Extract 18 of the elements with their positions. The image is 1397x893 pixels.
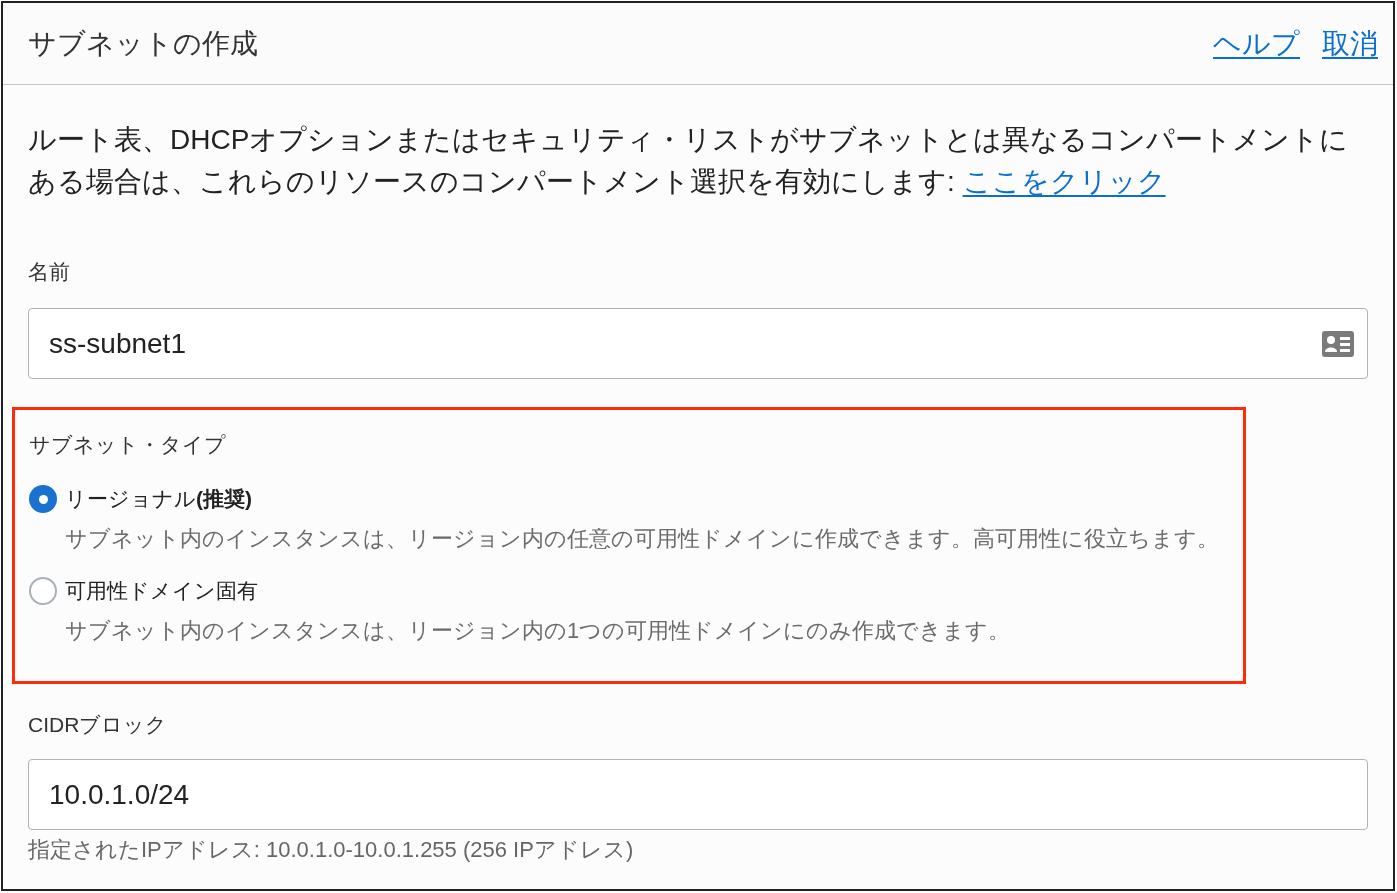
dialog-title: サブネットの作成 xyxy=(28,26,258,61)
option-description: サブネット内のインスタンスは、リージョン内の1つの可用性ドメインにのみ作成できます。 xyxy=(65,617,1011,645)
name-input-field[interactable]: ss-subnet1 xyxy=(28,308,1368,379)
contact-card-icon xyxy=(1322,331,1354,357)
header-link[interactable]: 取消 xyxy=(1322,22,1378,65)
field-hint: 指定されたIPアドレス: 10.0.1.0-10.0.1.255 (256 IPアドレス) xyxy=(28,839,634,861)
radio-button[interactable] xyxy=(29,577,57,605)
header-link[interactable]: ヘルプ xyxy=(1213,22,1300,65)
option-description: サブネット内のインスタンスは、リージョン内の任意の可用性ドメインに作成できます。高可用性に役立ちます。 xyxy=(65,525,1219,553)
radio-button[interactable] xyxy=(29,485,57,513)
intro-text: ルート表、DHCPオプションまたはセキュリティ・リストがサブネットとは異なるコンパートメントにある場合は、これらのリソースのコンパートメント選択を有効にします: ここをクリック xyxy=(28,123,1350,199)
section-label: サブネット・タイプ xyxy=(29,433,227,457)
radio-label: 可用性ドメイン固有 xyxy=(65,578,258,604)
field-label: 名前 xyxy=(28,260,70,284)
radio-label: リージョナル(推奨) xyxy=(65,486,252,512)
click-here-link[interactable]: ここをクリック xyxy=(962,166,1166,197)
field-label: CIDRブロック xyxy=(28,713,168,737)
cidr-input-field[interactable]: 10.0.1.0/24 xyxy=(28,759,1368,830)
